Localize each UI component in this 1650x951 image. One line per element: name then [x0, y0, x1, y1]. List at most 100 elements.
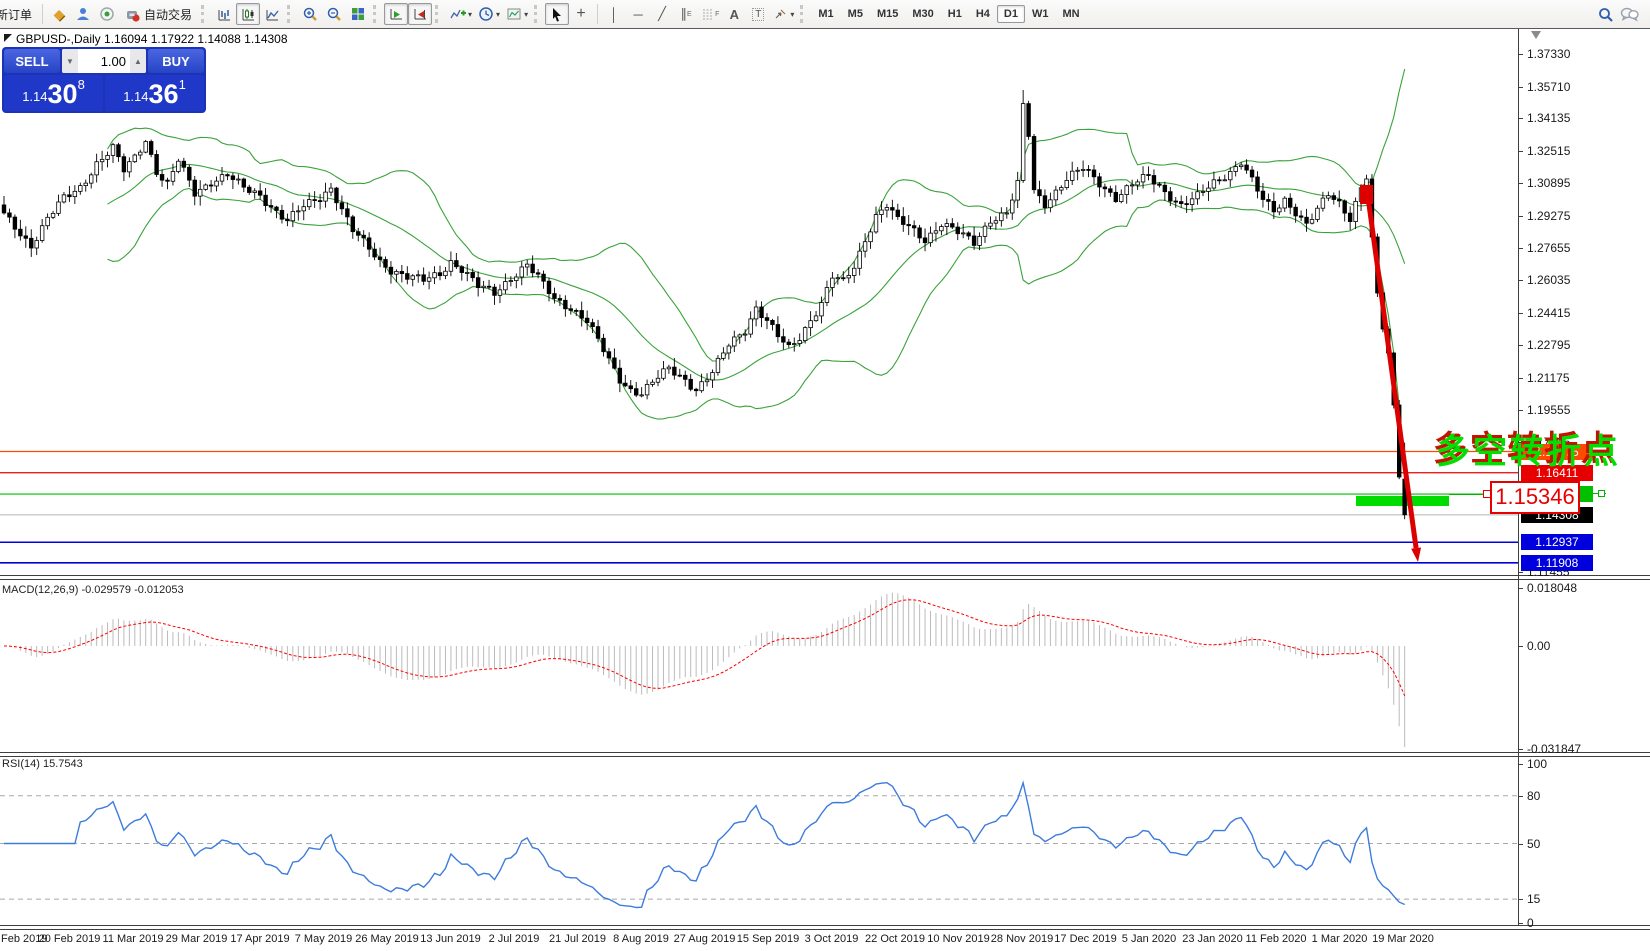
date-label: 7 May 2019 [295, 933, 352, 945]
label-tool-icon[interactable]: T [746, 3, 770, 25]
price-tick [1518, 118, 1523, 119]
timeframe-m1[interactable]: M1 [811, 5, 840, 23]
signals-icon[interactable] [95, 3, 119, 25]
date-label: 20 Feb 2019 [39, 933, 101, 945]
new-order-label: 新订单 [0, 6, 32, 23]
date-label: 3 Oct 2019 [805, 933, 859, 945]
bar-chart-icon[interactable] [212, 3, 236, 25]
vertical-line-tool-icon[interactable]: │ [602, 3, 626, 25]
volume-down-icon[interactable]: ▼ [62, 49, 78, 73]
templates-icon[interactable]: ▾ [503, 3, 531, 25]
autotrade-icon [125, 7, 140, 22]
price-callout[interactable]: 1.15346 [1490, 481, 1580, 514]
arrows-caret-icon: ▾ [790, 10, 794, 19]
level-price-label[interactable]: 1.12937 [1521, 534, 1593, 550]
rsi-tick [1518, 899, 1523, 900]
sell-price[interactable]: 1.14 30 8 [4, 75, 103, 111]
indicators-icon[interactable]: ▾ [446, 3, 475, 25]
chart-icon [4, 34, 12, 42]
auto-scroll-icon[interactable] [384, 3, 408, 25]
price-tick [1518, 87, 1523, 88]
tile-windows-icon[interactable] [346, 3, 370, 25]
timeframe-d1[interactable]: D1 [997, 5, 1025, 23]
panel-separator[interactable] [0, 752, 1650, 757]
timeframe-h4[interactable]: H4 [969, 5, 997, 23]
level-price-label[interactable]: 1.11908 [1521, 555, 1593, 571]
price-tick-label: 1.19555 [1527, 403, 1570, 417]
date-label: 5 Jan 2020 [1122, 933, 1176, 945]
sell-button[interactable]: SELL [4, 49, 60, 73]
annotation-text[interactable]: 多空转折点 [1436, 424, 1621, 473]
price-tick [1518, 345, 1523, 346]
rsi-tick-label: 100 [1527, 757, 1547, 771]
periods-icon[interactable]: ▾ [475, 3, 503, 25]
macd-tick [1518, 749, 1523, 750]
crosshair-tool-icon[interactable]: + [569, 3, 593, 25]
timeframe-w1[interactable]: W1 [1025, 5, 1056, 23]
volume-up-icon[interactable]: ▲ [130, 49, 146, 73]
timeframe-h1[interactable]: H1 [941, 5, 969, 23]
chart-surface[interactable] [0, 0, 1650, 951]
price-tick-label: 1.22795 [1527, 338, 1570, 352]
new-order-button[interactable]: 新订单 [0, 3, 38, 25]
autotrade-label: 自动交易 [144, 6, 192, 23]
date-label: 22 Oct 2019 [865, 933, 925, 945]
macd-tick-label: -0.031847 [1527, 742, 1581, 756]
rsi-tick-label: 15 [1527, 892, 1540, 906]
date-label: 10 Nov 2019 [927, 933, 989, 945]
timeframe-m15[interactable]: M15 [870, 5, 905, 23]
volume-input[interactable] [78, 49, 130, 73]
macd-tick [1518, 588, 1523, 589]
price-tick-label: 1.37330 [1527, 47, 1570, 61]
macd-label: MACD(12,26,9) -0.029579 -0.012053 [2, 584, 184, 596]
timeframe-m5[interactable]: M5 [841, 5, 870, 23]
buy-button[interactable]: BUY [148, 49, 204, 73]
mt4-window: 新订单 ◆ 自动交易 [0, 0, 1650, 951]
toolbar-grip [534, 5, 542, 23]
date-label: 17 Apr 2019 [230, 933, 289, 945]
buy-price[interactable]: 1.14 36 1 [105, 75, 204, 111]
rsi-tick [1518, 844, 1523, 845]
chart-shift-icon[interactable] [408, 3, 432, 25]
price-tick [1518, 183, 1523, 184]
search-icon[interactable] [1593, 3, 1617, 25]
timeframe-mn[interactable]: MN [1055, 5, 1086, 23]
autotrade-button[interactable]: 自动交易 [119, 3, 198, 25]
templates-caret-icon: ▾ [524, 10, 528, 19]
zoom-out-icon[interactable] [322, 3, 346, 25]
date-label: 27 Aug 2019 [674, 933, 736, 945]
date-label: 29 Mar 2019 [166, 933, 228, 945]
toolbar-separator [42, 4, 43, 24]
trendline-tool-icon[interactable]: ╱ [650, 3, 674, 25]
timeframe-group: M1M5M15M30H1H4D1W1MN [811, 5, 1086, 23]
sell-price-big: 30 [48, 79, 78, 109]
market-watch-icon[interactable] [71, 3, 95, 25]
price-tick-label: 1.32515 [1527, 144, 1570, 158]
price-tick-label: 1.34135 [1527, 111, 1570, 125]
metaeditor-icon[interactable]: ◆ [47, 3, 71, 25]
price-tick-label: 1.35710 [1527, 80, 1570, 94]
date-label: 23 Jan 2020 [1182, 933, 1243, 945]
cursor-tool-icon[interactable] [545, 3, 569, 25]
price-tick [1518, 151, 1523, 152]
indicators-caret-icon: ▾ [468, 10, 472, 19]
panel-separator[interactable] [0, 575, 1650, 580]
toolbar-grip [800, 5, 808, 23]
channel-tool-icon[interactable]: ∥E [674, 3, 698, 25]
arrows-tool-icon[interactable]: ▾ [770, 3, 797, 25]
timeframe-m30[interactable]: M30 [905, 5, 940, 23]
periods-caret-icon: ▾ [496, 10, 500, 19]
rsi-tick [1518, 796, 1523, 797]
line-chart-icon[interactable] [260, 3, 284, 25]
buy-price-big: 36 [149, 79, 179, 109]
fibonacci-tool-icon[interactable]: F [698, 3, 722, 25]
text-tool-icon[interactable]: A [722, 3, 746, 25]
price-tick-label: 1.30895 [1527, 176, 1570, 190]
toolbar-separator [597, 4, 598, 24]
horizontal-line-tool-icon[interactable]: ─ [626, 3, 650, 25]
candlestick-chart-icon[interactable] [236, 3, 260, 25]
chart-title: GBPUSD-,Daily 1.16094 1.17922 1.14088 1.… [16, 32, 288, 46]
chat-icon[interactable] [1617, 3, 1642, 25]
level-anchor[interactable] [1598, 490, 1605, 497]
zoom-in-icon[interactable] [298, 3, 322, 25]
